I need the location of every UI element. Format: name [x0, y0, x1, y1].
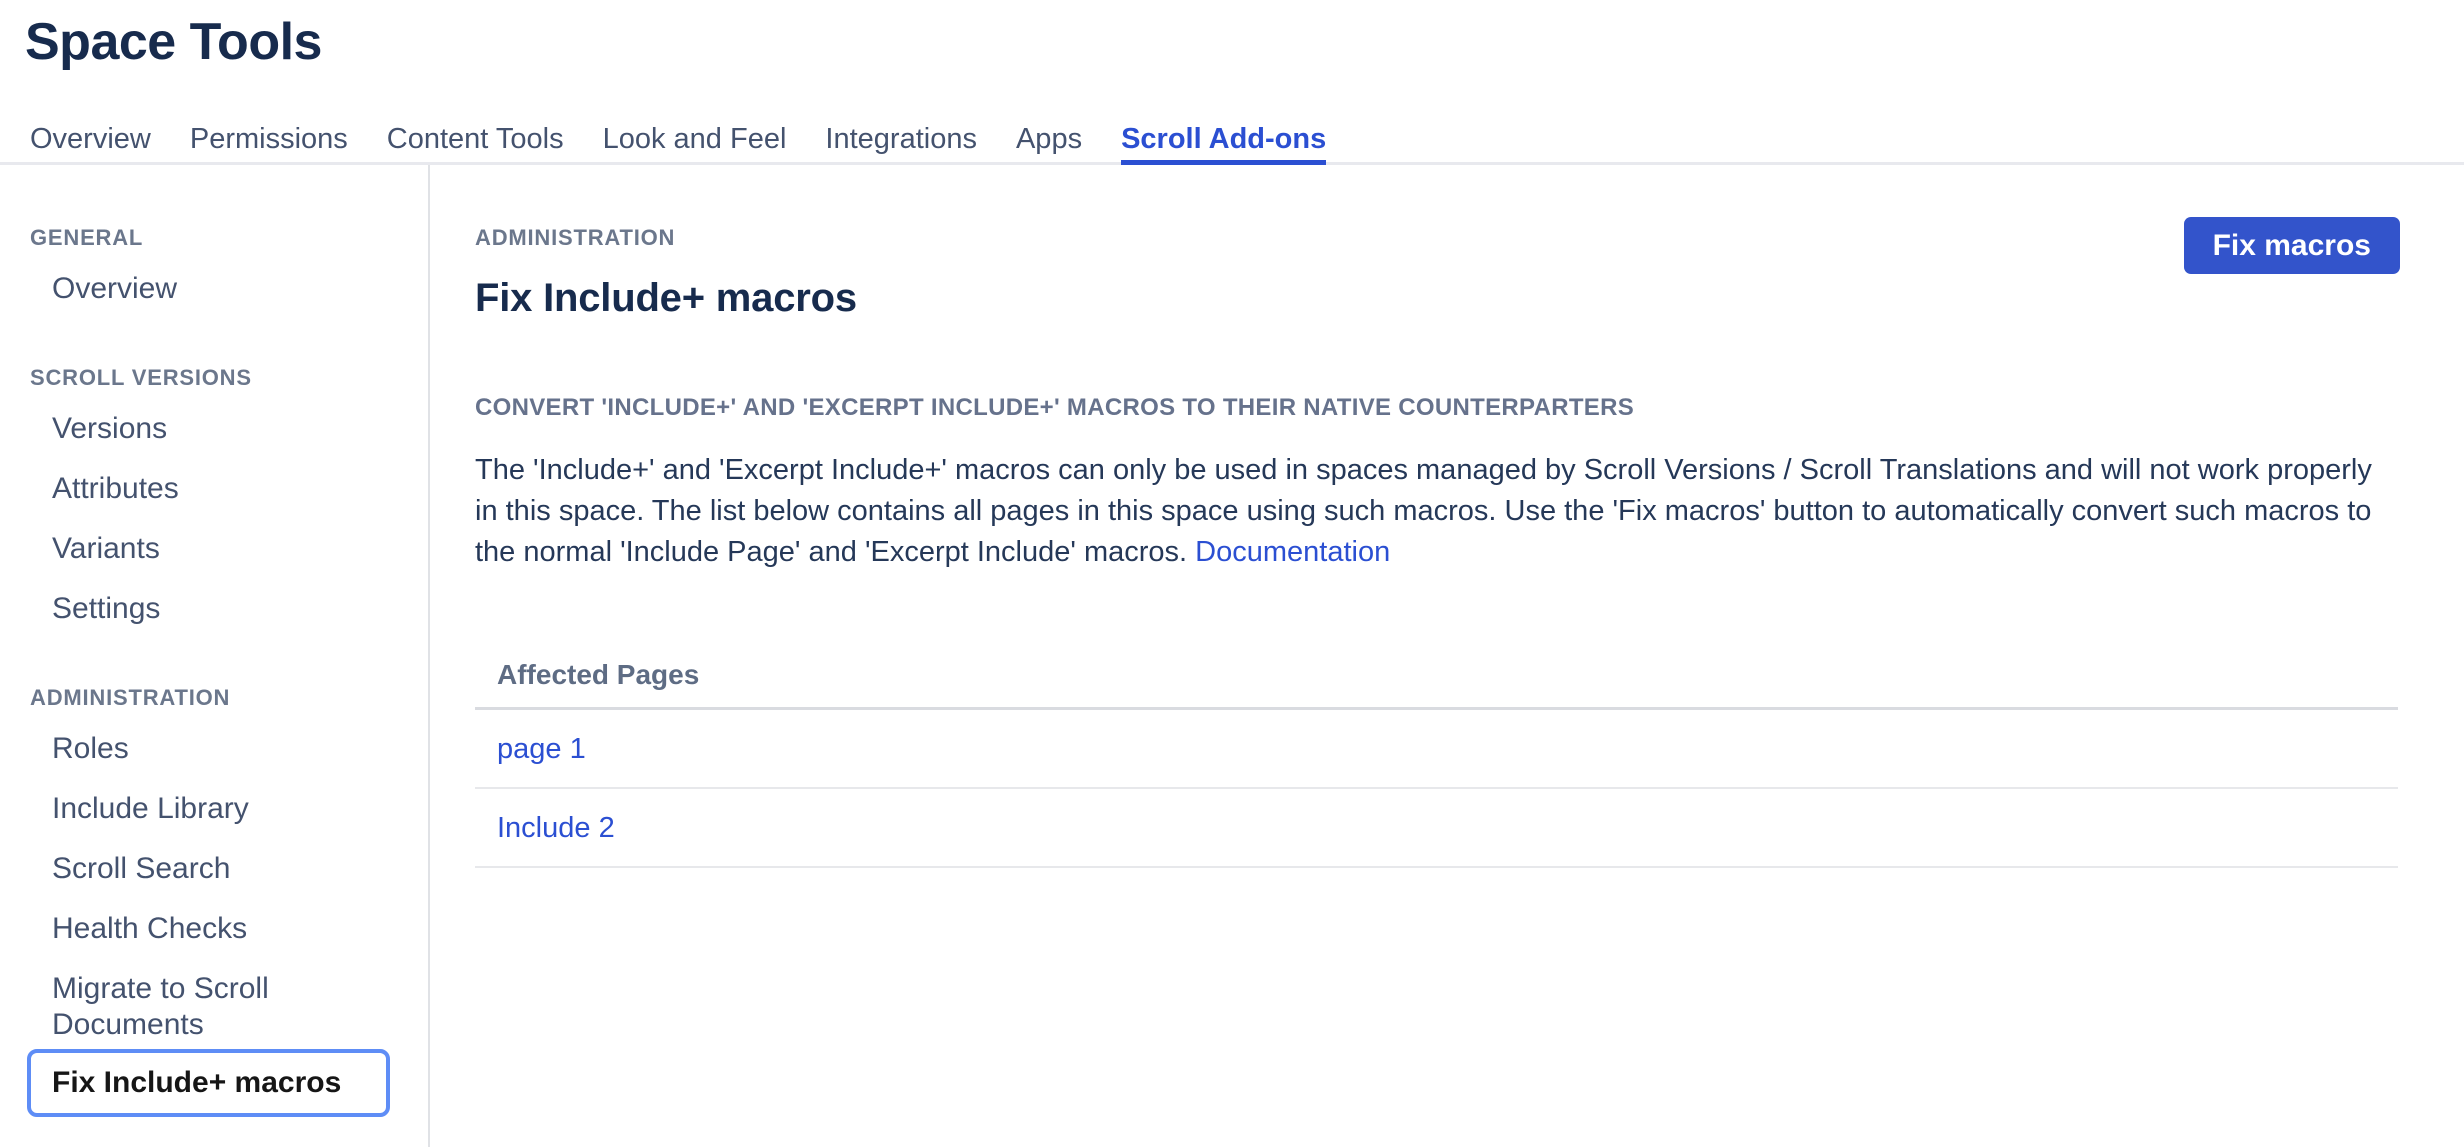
affected-pages-table: Affected Pages page 1 Include 2 — [475, 661, 2398, 868]
sidebar-section-title-administration: ADMINISTRATION — [30, 685, 428, 711]
table-row: Include 2 — [475, 789, 2398, 868]
sidebar-item-settings[interactable]: Settings — [52, 579, 382, 639]
tab-integrations[interactable]: Integrations — [825, 122, 977, 162]
sidebar-item-attributes[interactable]: Attributes — [52, 459, 382, 519]
convert-subheading: CONVERT 'INCLUDE+' AND 'EXCERPT INCLUDE+… — [475, 393, 2400, 423]
affected-page-link-1[interactable]: page 1 — [497, 733, 586, 765]
sidebar-item-roles[interactable]: Roles — [52, 719, 382, 779]
sidebar-section-administration: ADMINISTRATION Roles Include Library Scr… — [30, 685, 428, 1117]
body-row: GENERAL Overview SCROLL VERSIONS Version… — [0, 165, 2464, 1147]
sidebar: GENERAL Overview SCROLL VERSIONS Version… — [0, 165, 430, 1147]
administration-kicker: ADMINISTRATION — [475, 225, 857, 251]
description-paragraph: The 'Include+' and 'Excerpt Include+' ma… — [475, 450, 2390, 573]
space-tools-tabs: Overview Permissions Content Tools Look … — [0, 122, 2464, 165]
sidebar-section-title-general: GENERAL — [30, 225, 428, 251]
tab-content-tools[interactable]: Content Tools — [387, 122, 564, 162]
sidebar-item-versions[interactable]: Versions — [52, 399, 382, 459]
page-header: Space Tools Overview Permissions Content… — [0, 0, 2464, 165]
fix-macros-button[interactable]: Fix macros — [2184, 217, 2400, 274]
tab-permissions[interactable]: Permissions — [190, 122, 348, 162]
tab-overview[interactable]: Overview — [30, 122, 151, 162]
page-heading: Fix Include+ macros — [475, 274, 857, 322]
tab-look-and-feel[interactable]: Look and Feel — [603, 122, 787, 162]
sidebar-item-health-checks[interactable]: Health Checks — [52, 899, 382, 959]
sidebar-item-include-library[interactable]: Include Library — [52, 779, 382, 839]
main-content: ADMINISTRATION Fix Include+ macros Fix m… — [430, 165, 2464, 1147]
tab-scroll-add-ons[interactable]: Scroll Add-ons — [1121, 122, 1326, 162]
documentation-link[interactable]: Documentation — [1195, 536, 1390, 568]
sidebar-item-scroll-search[interactable]: Scroll Search — [52, 839, 382, 899]
sidebar-section-general: GENERAL Overview — [30, 225, 428, 319]
sidebar-item-overview[interactable]: Overview — [52, 259, 382, 319]
space-tools-page: Space Tools Overview Permissions Content… — [0, 0, 2464, 1148]
table-row: page 1 — [475, 710, 2398, 789]
page-title: Space Tools — [25, 14, 2464, 70]
sidebar-section-title-scroll-versions: SCROLL VERSIONS — [30, 365, 428, 391]
main-header: ADMINISTRATION Fix Include+ macros Fix m… — [475, 225, 2400, 322]
sidebar-section-scroll-versions: SCROLL VERSIONS Versions Attributes Vari… — [30, 365, 428, 639]
sidebar-item-fix-include-macros[interactable]: Fix Include+ macros — [27, 1049, 390, 1117]
sidebar-item-variants[interactable]: Variants — [52, 519, 382, 579]
description-text: The 'Include+' and 'Excerpt Include+' ma… — [475, 454, 2372, 568]
main-header-titles: ADMINISTRATION Fix Include+ macros — [475, 225, 857, 322]
sidebar-item-fix-include-macros-label: Fix Include+ macros — [52, 1066, 341, 1099]
tab-apps[interactable]: Apps — [1016, 122, 1082, 162]
affected-pages-header: Affected Pages — [475, 661, 2398, 710]
affected-page-link-2[interactable]: Include 2 — [497, 812, 615, 844]
sidebar-item-migrate-to-scroll-documents[interactable]: Migrate to Scroll Documents — [52, 959, 382, 1055]
